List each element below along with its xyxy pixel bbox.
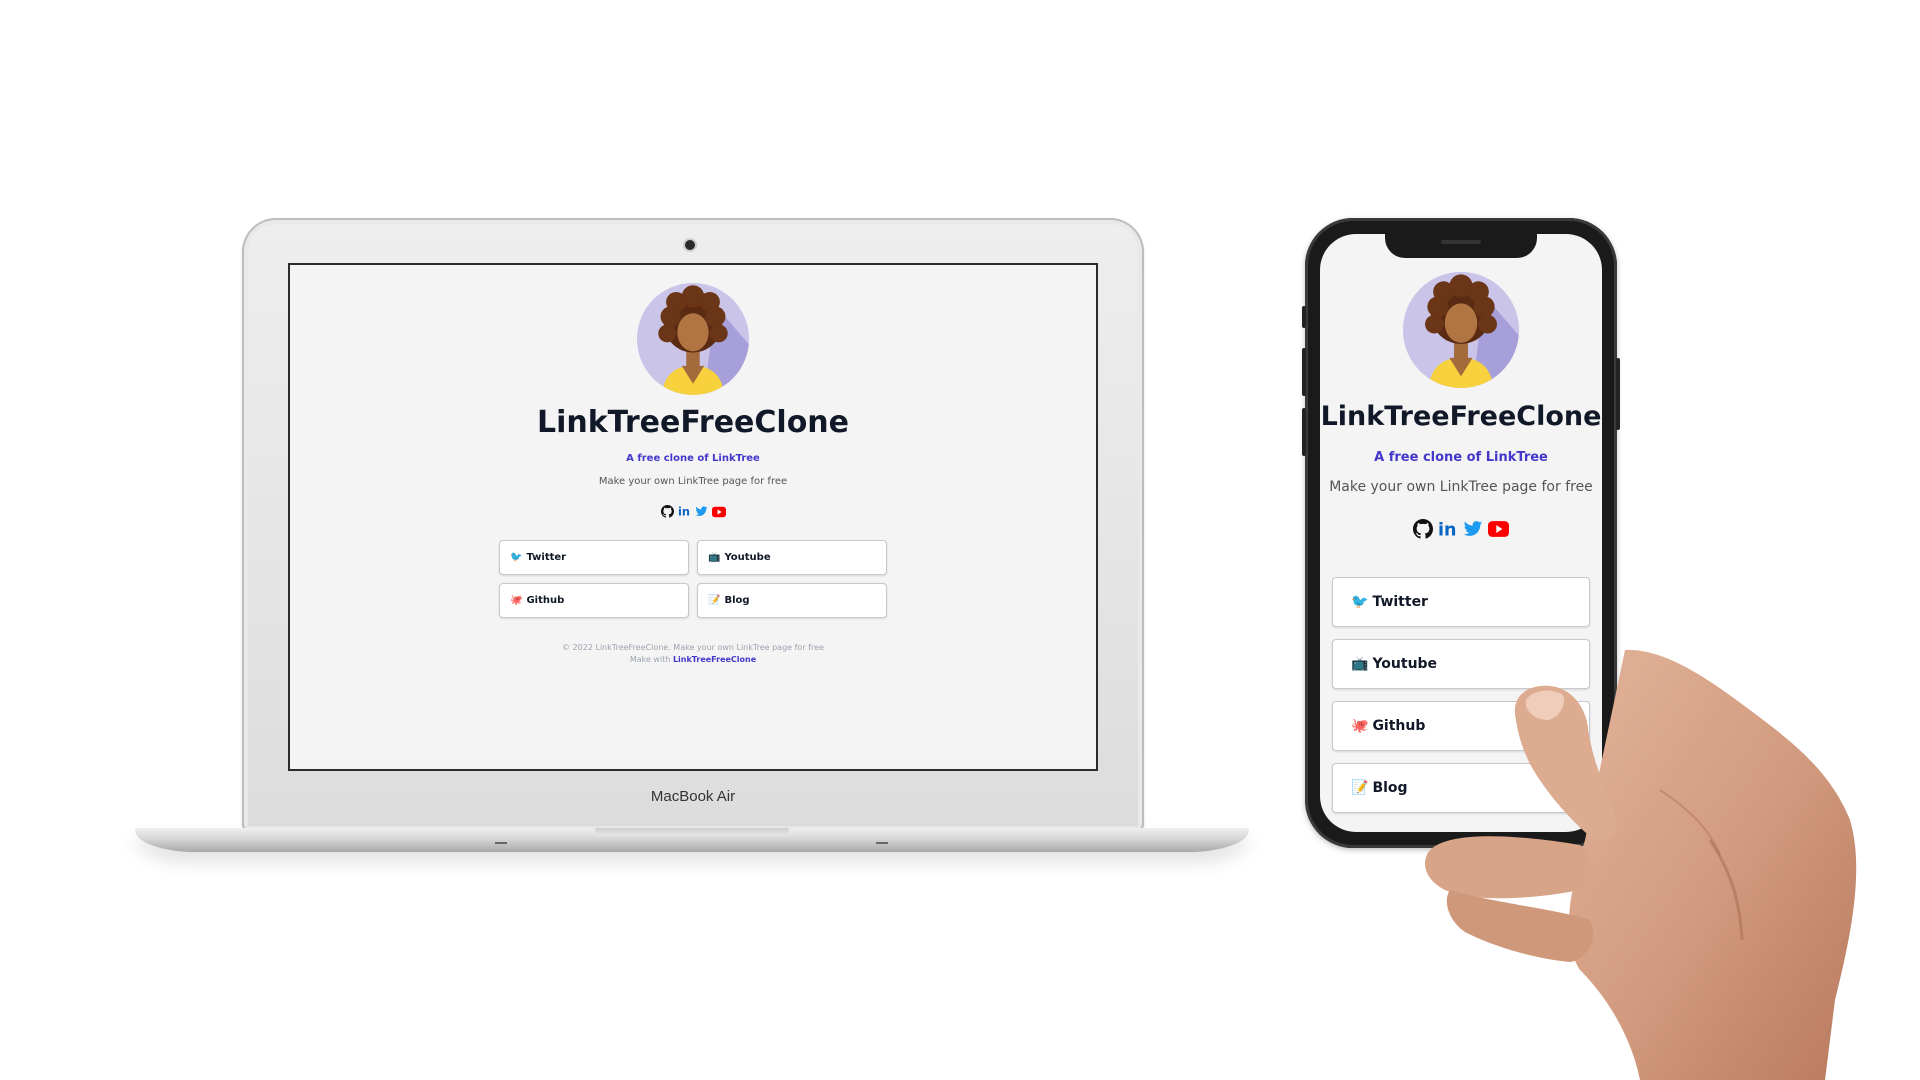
page-description: Make your own LinkTree page for free	[1329, 479, 1593, 495]
link-blog[interactable]: 📝 Blog	[697, 583, 887, 618]
footer-made-with: Make with LinkTreeFreeClone	[290, 654, 1096, 666]
phone-button	[1302, 348, 1306, 396]
avatar	[637, 283, 749, 395]
phone-button	[1302, 306, 1306, 328]
memo-icon: 📝	[708, 595, 721, 606]
memo-icon: 📝	[1351, 780, 1369, 796]
linkedin-icon[interactable]: in	[678, 505, 691, 518]
links-grid: 🐦 Twitter 📺 Youtube 🐙 Github 📝 Blog	[499, 540, 887, 618]
laptop-screen: LinkTreeFreeClone A free clone of LinkTr…	[288, 263, 1098, 771]
footer-copyright: © 2022 LinkTreeFreeClone. Make your own …	[562, 643, 824, 652]
twitter-icon[interactable]	[1463, 519, 1483, 539]
camera-icon	[685, 240, 695, 250]
social-icons: in	[1320, 519, 1602, 539]
page-title: LinkTreeFreeClone	[1320, 401, 1602, 432]
bird-icon: 🐦	[510, 552, 523, 563]
twitter-icon[interactable]	[695, 505, 708, 518]
footer-link[interactable]: LinkTreeFreeClone	[673, 655, 756, 664]
avatar	[1403, 272, 1519, 388]
link-youtube[interactable]: 📺 Youtube	[697, 540, 887, 575]
phone-button	[1616, 358, 1620, 430]
social-icons: in	[290, 505, 1096, 518]
link-label: Twitter	[1372, 594, 1428, 610]
link-label: Youtube	[724, 552, 771, 563]
hand-illustration	[1425, 649, 1857, 1080]
laptop-foot	[876, 842, 888, 844]
github-icon[interactable]	[1413, 519, 1433, 539]
page-description: Make your own LinkTree page for free	[598, 476, 788, 487]
laptop-brand-label: MacBook Air	[650, 788, 736, 805]
linkedin-icon[interactable]: in	[1438, 519, 1458, 539]
page-title: LinkTreeFreeClone	[536, 405, 850, 440]
laptop-foot	[495, 842, 507, 844]
link-github[interactable]: 🐙 Github	[499, 583, 689, 618]
link-label: Github	[526, 595, 565, 606]
link-twitter[interactable]: 🐦 Twitter	[1332, 577, 1590, 627]
tv-icon: 📺	[1351, 656, 1369, 672]
footer-made-with-prefix: Make with	[629, 655, 671, 664]
svg-text:in: in	[1438, 520, 1456, 539]
github-icon[interactable]	[660, 505, 674, 518]
profile-page: LinkTreeFreeClone A free clone of LinkTr…	[290, 265, 1096, 666]
link-label: Blog	[724, 595, 750, 606]
page-subtitle[interactable]: A free clone of LinkTree	[290, 453, 1096, 464]
bird-icon: 🐦	[1351, 594, 1369, 610]
page-footer: © 2022 LinkTreeFreeClone. Make your own …	[290, 642, 1096, 666]
phone-notch	[1385, 234, 1537, 258]
svg-text:in: in	[678, 505, 690, 518]
phone-button	[1302, 408, 1306, 456]
link-label: Blog	[1372, 780, 1408, 796]
laptop-hinge-notch	[595, 828, 789, 836]
link-twitter[interactable]: 🐦 Twitter	[499, 540, 689, 575]
speaker-icon	[1441, 240, 1481, 244]
octopus-icon: 🐙	[510, 595, 523, 606]
laptop-mockup: LinkTreeFreeClone A free clone of LinkTr…	[242, 218, 1144, 832]
youtube-icon[interactable]	[1488, 521, 1509, 537]
youtube-icon[interactable]	[711, 506, 726, 518]
laptop-base	[135, 828, 1249, 852]
octopus-icon: 🐙	[1351, 718, 1369, 734]
tv-icon: 📺	[708, 552, 721, 563]
link-label: Twitter	[526, 552, 567, 563]
page-subtitle[interactable]: A free clone of LinkTree	[1320, 450, 1602, 465]
